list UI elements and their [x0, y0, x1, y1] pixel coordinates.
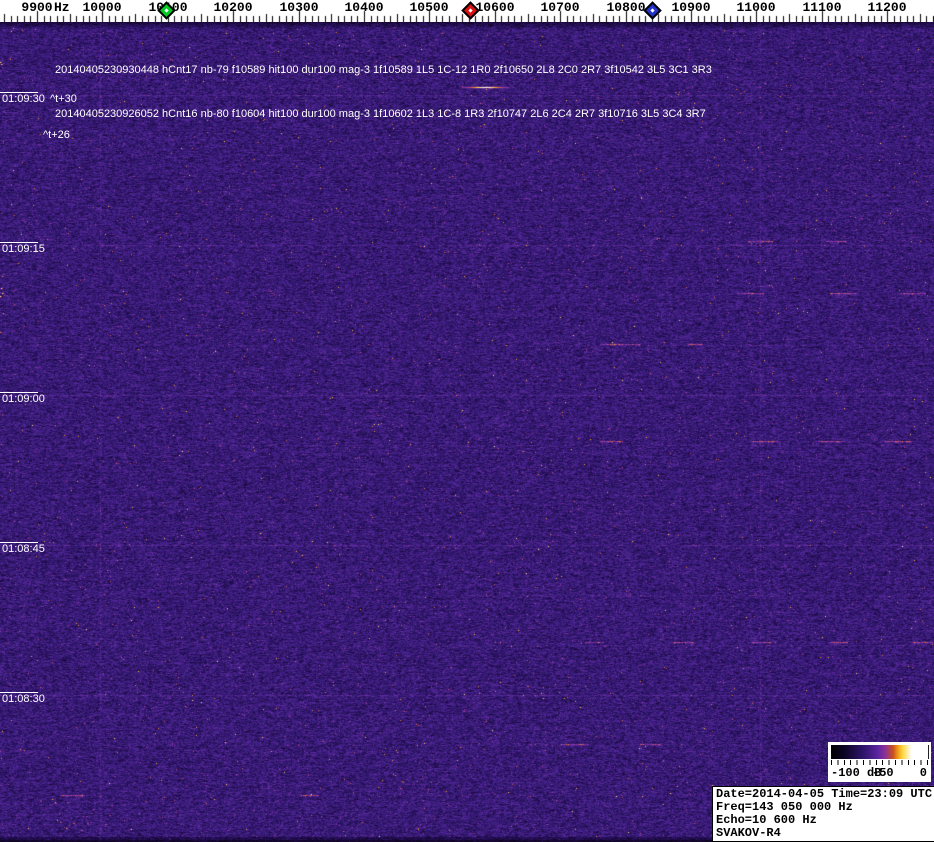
freq-tick-label: 10200 — [203, 0, 263, 15]
colorbar-gradient — [831, 745, 929, 759]
freq-tick-label: 10700 — [530, 0, 590, 15]
time-label-text: 01:09:00 — [2, 393, 45, 405]
detection-annotation: 20140405230930448 hCnt17 nb-79 f10589 hi… — [55, 64, 712, 76]
freq-tick-label: 10500 — [399, 0, 459, 15]
marker-center-dot — [650, 8, 654, 12]
detection-time-marker: ^t+30 — [50, 93, 77, 105]
freq-tick-label: 10400 — [334, 0, 394, 15]
freq-tick-label: 10300 — [269, 0, 329, 15]
time-label-text: 01:09:15 — [2, 243, 45, 255]
colorbar-label-max: 0 — [920, 766, 927, 780]
station-info-box: Date=2014-04-05 Time=23:09 UTC Freq=143 … — [712, 786, 934, 842]
info-station-name: SVAKOV-R4 — [716, 827, 934, 840]
freq-tick-label: 10900 — [661, 0, 721, 15]
frequency-ruler: 9900100001010010200103001040010500106001… — [0, 0, 934, 22]
time-label-text: 01:08:30 — [2, 693, 45, 705]
colorbar-tick-ruler — [831, 760, 928, 765]
colorbar: -100 dB -50 0 — [828, 742, 931, 782]
time-label-text: 01:09:30 — [2, 93, 45, 105]
freq-tick-label: 11000 — [726, 0, 786, 15]
spectrogram-canvas — [0, 0, 934, 842]
detection-annotation: 20140405230926052 hCnt16 nb-80 f10604 hi… — [55, 108, 706, 120]
marker-center-dot — [164, 8, 168, 12]
meteor-spectrogram-app: 9900100001010010200103001040010500106001… — [0, 0, 934, 842]
time-label-text: 01:08:45 — [2, 543, 45, 555]
marker-center-dot — [468, 8, 472, 12]
freq-tick-label: 11100 — [792, 0, 852, 15]
detection-time-marker: ^t+26 — [43, 129, 70, 141]
colorbar-label-mid: -50 — [872, 766, 894, 780]
frequency-unit-label: Hz — [54, 0, 70, 15]
freq-tick-label: 10000 — [72, 0, 132, 15]
freq-tick-label: 11200 — [857, 0, 917, 15]
